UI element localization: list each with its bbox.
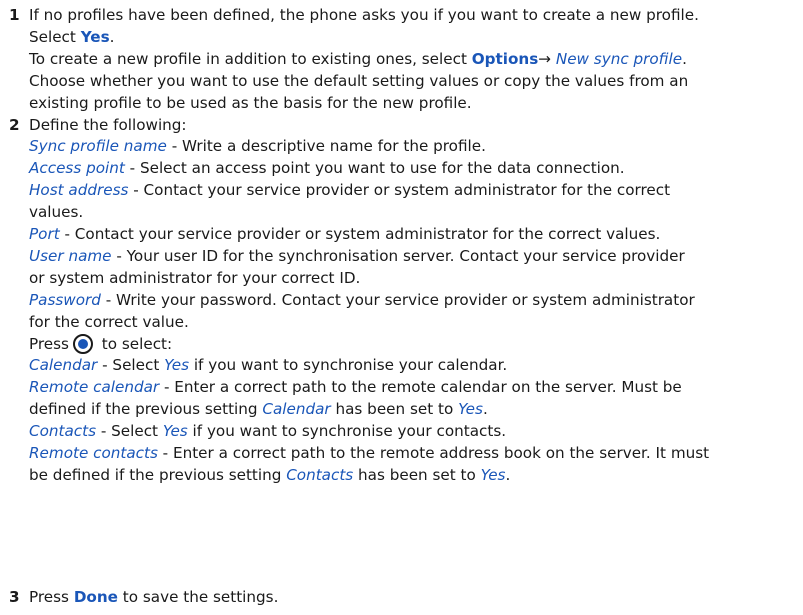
step-text: If no profiles have been defined, the ph… [29, 6, 699, 24]
setting-term: Remote calendar [29, 378, 160, 397]
options-key-label: Options [471, 49, 539, 68]
setting-desc: - Enter a correct path to the remote cal… [159, 378, 682, 397]
step-text: Select Yes. [29, 27, 789, 49]
text-run: if you want to synchronise your contacts… [187, 422, 507, 441]
step-text: existing profile to be used as the basis… [29, 93, 472, 112]
step-body: Press Done to save the settings. [29, 587, 789, 609]
text-run: has been set to [330, 400, 459, 419]
setting-desc-cont: be defined if the previous setting Conta… [29, 465, 789, 487]
setting-desc: - Contact your service provider or syste… [59, 225, 661, 244]
select-contacts: Contacts - Select Yes if you want to syn… [29, 421, 789, 443]
step-text: To create a new profile in addition to e… [29, 49, 789, 71]
setting-term: Access point [29, 159, 125, 178]
step-number: 1 [9, 6, 20, 24]
yes-key-label: Yes [80, 27, 110, 46]
yes-value: Yes [480, 466, 506, 484]
press-to-select: Press to select: [29, 333, 789, 356]
text-run: Press [29, 588, 74, 606]
setting-term: Contacts [29, 422, 97, 441]
setting-term: Host address [29, 181, 129, 200]
text-run: To create a new profile in addition to e… [29, 49, 472, 68]
setting-term: Port [29, 225, 60, 244]
step-number: 2 [9, 115, 20, 134]
setting-desc-cont: values. [29, 203, 84, 222]
text-run: has been set to [353, 466, 481, 484]
step-intro: Define the following: [29, 115, 187, 134]
step-body: If no profiles have been defined, the ph… [29, 5, 789, 115]
setting-desc-cont: or system administrator for your correct… [29, 268, 361, 287]
scroll-key-icon [72, 333, 93, 354]
text-run: to select: [96, 334, 173, 353]
step-number: 3 [9, 588, 20, 606]
yes-value: Yes [162, 422, 188, 441]
instructions-page: 1 If no profiles have been defined, the … [0, 0, 803, 615]
setting-user-name: User name - Your user ID for the synchro… [29, 246, 789, 268]
yes-value: Yes [164, 356, 189, 375]
setting-sync-profile-name: Sync profile name - Write a descriptive … [29, 136, 789, 158]
setting-port: Port - Contact your service provider or … [29, 224, 789, 246]
setting-term: Calendar [29, 356, 98, 375]
select-remote-contacts: Remote contacts - Enter a correct path t… [29, 443, 789, 465]
text-run: - Select [96, 422, 163, 441]
setting-desc-cont: defined if the previous setting Calendar… [29, 399, 789, 421]
setting-term: Remote contacts [29, 444, 158, 463]
setting-desc-cont: for the correct value. [29, 312, 189, 331]
step-text: Press Done to save the settings. [29, 587, 789, 609]
contacts-ref: Contacts [286, 466, 354, 484]
calendar-ref: Calendar [262, 400, 331, 419]
text-run: if you want to synchronise your calendar… [189, 356, 508, 375]
setting-password: Password - Write your password. Contact … [29, 290, 789, 312]
text-run: - Select [97, 356, 165, 375]
setting-term: Sync profile name [29, 137, 167, 156]
text-run: . [482, 400, 488, 419]
text-run: Select [29, 27, 81, 46]
setting-desc: - Write your password. Contact your serv… [100, 290, 695, 309]
text-run: defined if the previous setting [29, 400, 263, 419]
text-run: Press [29, 334, 69, 353]
setting-host-address: Host address - Contact your service prov… [29, 180, 789, 202]
step-text: Choose whether you want to use the defau… [29, 71, 689, 90]
text-run: . [109, 27, 115, 46]
setting-desc: - Write a descriptive name for the profi… [166, 137, 486, 156]
select-remote-calendar: Remote calendar - Enter a correct path t… [29, 377, 789, 399]
text-run: to save the settings. [117, 588, 279, 606]
text-run: . [682, 49, 687, 68]
setting-desc: - Your user ID for the synchronisation s… [111, 246, 685, 265]
text-run: . [505, 466, 511, 484]
step-3: 3 Press Done to save the settings. [0, 587, 803, 609]
menu-arrow: → [538, 49, 556, 68]
done-key-label: Done [73, 588, 118, 606]
setting-desc: - Contact your service provider or syste… [128, 181, 671, 200]
setting-desc: - Enter a correct path to the remote add… [157, 444, 710, 463]
step-body: Define the following: Sync profile name … [29, 115, 789, 487]
step-2: 2 Define the following: Sync profile nam… [0, 115, 803, 487]
setting-term: Password [29, 290, 101, 309]
text-run: be defined if the previous setting [29, 466, 287, 484]
setting-access-point: Access point - Select an access point yo… [29, 158, 789, 180]
new-sync-profile-item: New sync profile [555, 49, 683, 68]
setting-term: User name [29, 246, 112, 265]
select-calendar: Calendar - Select Yes if you want to syn… [29, 355, 789, 377]
step-1: 1 If no profiles have been defined, the … [0, 5, 803, 115]
setting-desc: - Select an access point you want to use… [124, 159, 625, 178]
yes-value: Yes [458, 400, 483, 419]
